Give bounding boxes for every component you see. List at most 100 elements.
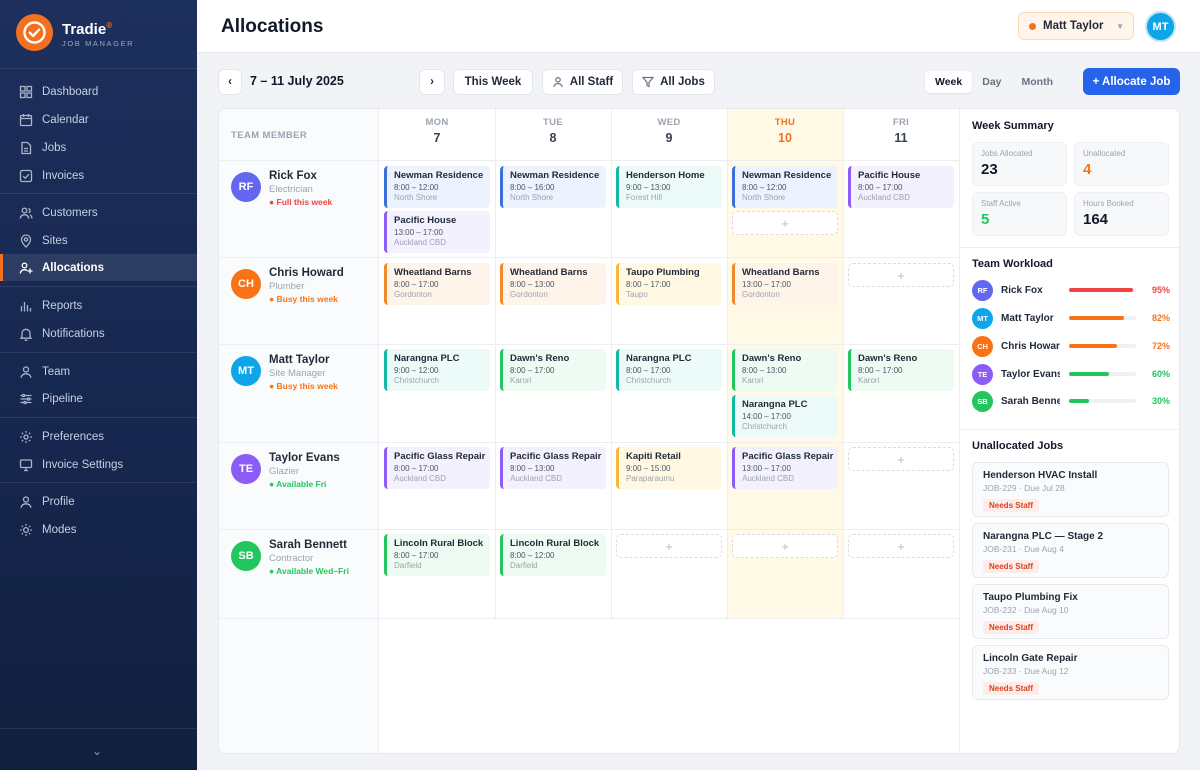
job-card[interactable]: Wheatland Barns 8:00 – 13:00 Gordonton [500, 263, 606, 305]
user-selector[interactable]: Matt Taylor ▼ [1018, 12, 1134, 40]
workload-row[interactable]: CH Chris Howard 72% [972, 335, 1170, 357]
reports-icon [20, 301, 32, 311]
job-card[interactable]: Pacific Glass Repair 8:00 – 13:00 Auckland… [500, 447, 606, 489]
view-day[interactable]: Day [972, 71, 1011, 93]
job-card[interactable]: Wheatland Barns 13:00 – 17:00 Gordonton [732, 263, 838, 305]
job-card[interactable]: Newman Residence 8:00 – 16:00 North Shore [500, 166, 606, 208]
allocate-job-button[interactable]: + Allocate Job [1083, 68, 1180, 95]
job-card[interactable]: Lincoln Rural Block 8:00 – 17:00 Darfield [384, 534, 490, 576]
job-card[interactable]: Dawn's Reno 8:00 – 17:00 Karori [500, 349, 606, 391]
nav-team[interactable]: Team [0, 358, 197, 385]
avatar: CH [231, 269, 261, 299]
job-card[interactable]: Wheatland Barns 8:00 – 17:00 Gordonton [384, 263, 490, 305]
invoices-icon [19, 169, 33, 182]
nav-sites[interactable]: Sites [0, 227, 197, 254]
add-slot-button[interactable]: + [848, 263, 954, 287]
chevron-right-icon: › [430, 76, 434, 88]
nav-profile[interactable]: Profile [0, 488, 197, 515]
job-card[interactable]: Newman Residence 8:00 – 12:00 North Shore [384, 166, 490, 208]
team-icon [20, 365, 32, 378]
all-staff-filter[interactable]: All Staff [542, 69, 623, 95]
row-divider [219, 618, 959, 619]
status-dot [1029, 22, 1036, 30]
job-card[interactable]: Taupo Plumbing 8:00 – 17:00 Taupo [616, 263, 722, 305]
team-member-row[interactable]: RF Rick Fox Electrician ● Full this week [231, 169, 332, 209]
job-card[interactable]: Dawn's Reno 8:00 – 13:00 Karori [732, 349, 838, 391]
add-slot-button[interactable]: + [848, 447, 954, 471]
job-card[interactable]: Pacific House 8:00 – 17:00 Auckland CBD [848, 166, 954, 208]
nav-customers[interactable]: Customers [0, 199, 197, 226]
job-card[interactable]: Dawn's Reno 8:00 – 17:00 Karori [848, 349, 954, 391]
workload-row[interactable]: SBSarah Bennett30% [972, 390, 1170, 412]
add-slot-button[interactable]: + [616, 534, 722, 558]
member-role: Electrician [269, 184, 313, 195]
team-member-row[interactable]: SB Sarah Bennett Contractor ● Available We… [231, 538, 349, 578]
nav-pipeline[interactable]: Pipeline [0, 385, 197, 412]
team-member-row[interactable]: MT Matt Taylor Site Manager ● Busy this we… [231, 353, 338, 393]
calendar-icon [19, 113, 33, 126]
unallocated-job-card[interactable]: Henderson HVAC Install JOB-229 · Due Jul … [972, 462, 1169, 517]
sidebar: Tradie® JOB MANAGER Dashboard Calendar J… [0, 0, 197, 770]
date-range: 7 – 11 July 2025 [250, 74, 344, 88]
needs-staff-badge: Needs Staff [983, 499, 1040, 512]
unallocated-job-card[interactable]: Taupo Plumbing Fix JOB-232 · Due Aug 10 Ne… [972, 584, 1169, 639]
member-status: ● Available Fri [269, 479, 327, 489]
app-subtitle: JOB MANAGER [62, 39, 135, 48]
nav-notifications[interactable]: Notifications [0, 320, 197, 347]
nav-invoices[interactable]: Invoices [0, 162, 197, 189]
job-card[interactable]: Newman Residence 8:00 – 12:00 North Shore [732, 166, 838, 208]
nav-modes[interactable]: Modes [0, 516, 197, 543]
nav-preferences[interactable]: Preferences [0, 423, 197, 450]
avatar: MT [231, 356, 261, 386]
add-slot-button[interactable]: + [732, 534, 838, 558]
job-card[interactable]: Narangna PLC 9:00 – 12:00 Christchurch [384, 349, 490, 391]
monitor-icon [19, 458, 33, 471]
add-slot-button[interactable]: + [732, 211, 838, 235]
unallocated-job-card[interactable]: Narangna PLC — Stage 2 JOB-231 · Due Aug … [972, 523, 1169, 578]
member-role: Site Manager [269, 368, 326, 379]
team-member-row[interactable]: TE Taylor Evans Glazier ● Available Fri [231, 451, 340, 491]
avatar: TE [972, 363, 993, 385]
schedule-board: TEAM MEMBER MON 7 TUE 8 WED 9 THU 10 FRI 11 R… [218, 108, 1180, 754]
nav-allocations[interactable]: Allocations [0, 254, 197, 281]
view-month[interactable]: Month [1012, 71, 1064, 93]
nav-jobs[interactable]: Jobs [0, 134, 197, 161]
avatar: CH [972, 335, 993, 357]
job-card[interactable]: Henderson Home 9:00 – 13:00 Forest Hill [616, 166, 722, 208]
nav-dashboard[interactable]: Dashboard [0, 78, 197, 105]
job-card[interactable]: Pacific House 13:00 – 17:00 Auckland CBD [384, 211, 490, 253]
next-week-button[interactable]: › [419, 69, 445, 95]
all-jobs-filter[interactable]: All Jobs [632, 69, 715, 95]
brand[interactable]: Tradie® JOB MANAGER [16, 14, 134, 51]
add-slot-button[interactable]: + [848, 534, 954, 558]
day-header-mon: MON 7 [425, 117, 449, 145]
nav-reports[interactable]: Reports [0, 292, 197, 319]
nav-calendar[interactable]: Calendar [0, 106, 197, 133]
nav-invoice-settings[interactable]: Invoice Settings [0, 451, 197, 478]
team-member-row[interactable]: CH Chris Howard Plumber ● Busy this week [231, 266, 344, 306]
avatar: RF [972, 279, 993, 301]
sun-icon [20, 523, 32, 536]
job-card[interactable]: Narangna PLC 14:00 – 17:00 Christchurch [732, 395, 838, 437]
workload-row[interactable]: TE Taylor Evans 60% [972, 363, 1170, 385]
member-column-header: TEAM MEMBER [231, 130, 308, 141]
this-week-button[interactable]: This Week [453, 69, 533, 95]
job-card[interactable]: Kapiti Retail 9:00 – 15:00 Paraparaumu [616, 447, 722, 489]
avatar[interactable]: MT [1145, 11, 1176, 42]
filter-icon [642, 76, 655, 88]
unallocated-job-card[interactable]: Lincoln Gate Repair JOB-233 · Due Aug 12 N… [972, 645, 1169, 700]
prev-week-button[interactable]: ‹ [218, 69, 242, 95]
workload-row[interactable]: MT Matt Taylor 82% [972, 307, 1170, 329]
job-card[interactable]: Narangna PLC 8:00 – 17:00 Christchurch [616, 349, 722, 391]
workload-bar [1069, 316, 1136, 320]
job-card[interactable]: Pacific Glass Repair 8:00 – 17:00 Auckland… [384, 447, 490, 489]
avatar: RF [231, 172, 261, 202]
workload-row[interactable]: RF Rick Fox 95% [972, 279, 1170, 301]
chevron-down-icon[interactable]: ⌄ [92, 744, 102, 758]
job-card[interactable]: Lincoln Rural Block 8:00 – 12:00 Darfield [500, 534, 606, 576]
col-divider [611, 109, 612, 619]
job-card[interactable]: Pacific Glass Repair 13:00 – 17:00 Aucklan… [732, 447, 838, 489]
app-name: Tradie® [62, 21, 113, 38]
view-week[interactable]: Week [925, 71, 973, 93]
member-name: Rick Fox [269, 170, 317, 182]
